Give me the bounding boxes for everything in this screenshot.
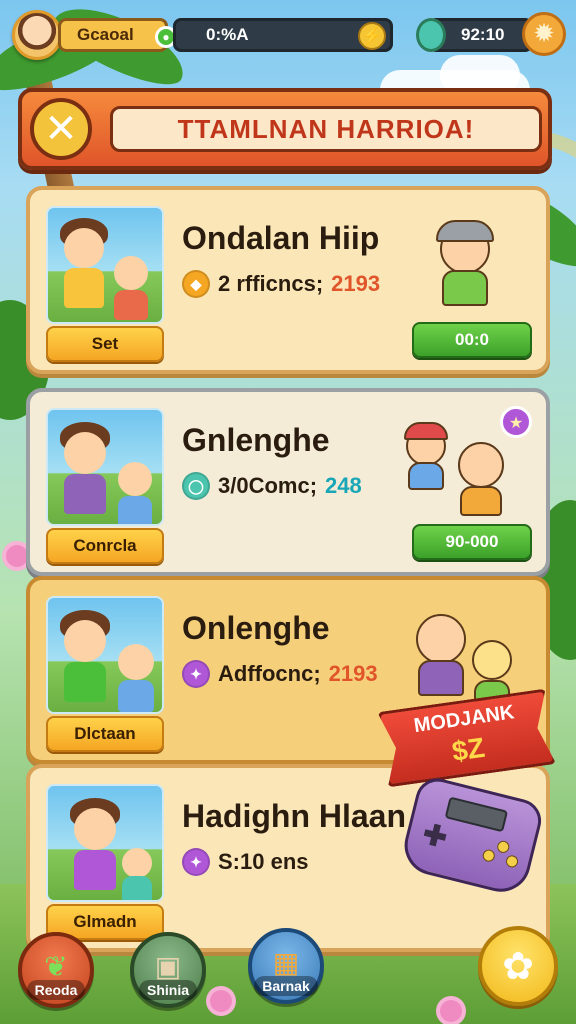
star-icon: ✦ <box>182 660 210 688</box>
gem-icon <box>416 18 446 52</box>
quest-card-1[interactable]: Set Ondalan Hiip ◆ 2 rfficncs; 2193 00:0 <box>26 186 550 374</box>
character-illustration <box>406 610 526 702</box>
quest-card-2[interactable]: Conrcla Gnlenghe ◯ 3/0Comc; 248 ★ 90-000 <box>26 388 550 576</box>
settings-icon: ✹ <box>533 19 555 49</box>
reward-value: 2193 <box>331 271 381 296</box>
nav-button-reoda[interactable]: ❦ Reoda <box>18 932 94 1008</box>
reward-text: 2 rfficncs; <box>218 271 324 296</box>
card-button[interactable]: Set <box>46 326 164 362</box>
coin-icon: ◆ <box>182 270 210 298</box>
chest-icon: ▦ <box>272 946 300 979</box>
player-name-plate[interactable]: Gcaoal ● <box>58 18 177 52</box>
progress-text: 0:%A <box>206 25 249 44</box>
nav-label: Reoda <box>26 980 86 1000</box>
nav-button-barnak[interactable]: ▦ Barnak <box>248 928 324 1004</box>
box-icon: ▣ <box>154 950 182 983</box>
sparkle-badge-icon: ★ <box>500 406 532 438</box>
card-reward: ✦ S:10 ens <box>182 848 309 876</box>
card-title: Onlenghe <box>182 610 330 646</box>
flower-icon: ✿ <box>502 944 534 988</box>
page-title: TTAMLNAN HARRIOA! <box>110 106 542 152</box>
settings-button[interactable]: ✹ <box>522 12 566 56</box>
character-illustration <box>426 220 506 310</box>
card-action-button[interactable]: 00:0 <box>412 322 532 358</box>
nav-label: Shinia <box>138 980 197 1000</box>
player-avatar[interactable] <box>12 10 62 60</box>
card-title: Hadighn Hlaan <box>182 798 407 834</box>
nav-label: Barnak <box>254 976 318 996</box>
card-reward: ◆ 2 rfficncs; 2193 <box>182 270 380 298</box>
card-reward: ✦ Adffocnc; 2193 <box>182 660 378 688</box>
card-reward: ◯ 3/0Comc; 248 <box>182 472 362 500</box>
gem-icon: ◯ <box>182 472 210 500</box>
card-title: Gnlenghe <box>182 422 330 458</box>
character-illustration <box>404 422 516 516</box>
nav-button-shinia[interactable]: ▣ Shinia <box>130 932 206 1008</box>
leaf-icon: ❦ <box>44 950 68 983</box>
reward-value: 248 <box>325 473 362 498</box>
reward-value: 2193 <box>328 661 378 686</box>
card-thumbnail <box>46 596 164 714</box>
card-thumbnail <box>46 784 164 902</box>
card-thumbnail <box>46 206 164 324</box>
card-thumbnail <box>46 408 164 526</box>
boost-button[interactable]: ⚡ <box>358 22 386 50</box>
reward-text: S:10 ens <box>218 849 309 874</box>
player-name: Gcaoal <box>77 25 134 44</box>
star-icon: ✦ <box>182 848 210 876</box>
close-button[interactable]: ✕ <box>30 98 92 160</box>
card-action-button[interactable]: 90-000 <box>412 524 532 560</box>
timer-text: 92:10 <box>461 25 505 44</box>
reward-text: 3/0Comc; <box>218 473 318 498</box>
top-hud: Gcaoal ● 0:%A ⚡ 92:10 ✹ <box>8 10 568 60</box>
card-button[interactable]: Dlctaan <box>46 716 164 752</box>
flower-menu-button[interactable]: ✿ <box>478 926 558 1006</box>
card-title: Ondalan Hiip <box>182 220 380 256</box>
bottom-nav: ❦ Reoda ▣ Shinia ▦ Barnak ✿ <box>0 922 576 1018</box>
title-banner: ✕ TTAMLNAN HARRIOA! <box>18 88 552 170</box>
progress-bar: 0:%A ⚡ <box>173 18 393 52</box>
reward-text: Adffocnc; <box>218 661 321 686</box>
close-icon: ✕ <box>44 106 78 152</box>
card-button[interactable]: Conrcla <box>46 528 164 564</box>
